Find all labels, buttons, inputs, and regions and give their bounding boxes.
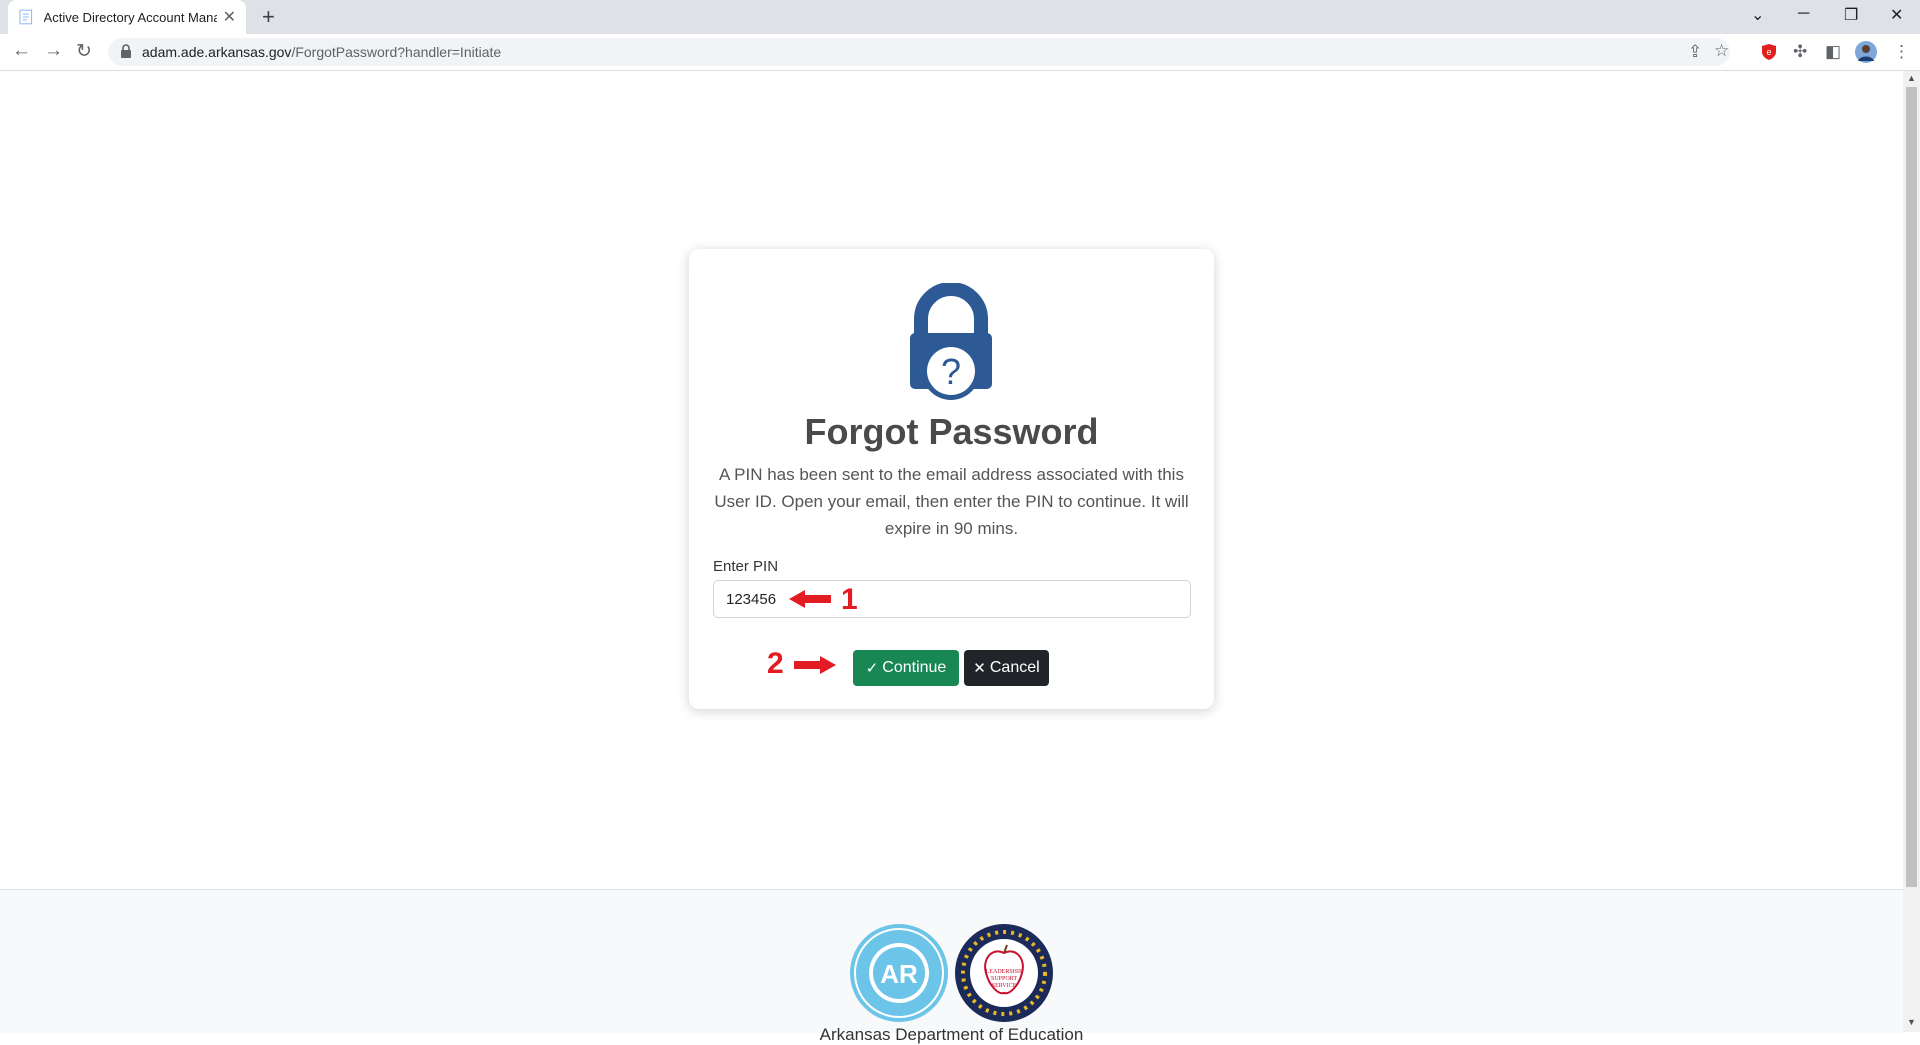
browser-tab[interactable]: Active Directory Account Manag ✕ <box>8 0 246 34</box>
close-window-icon[interactable]: ✕ <box>1890 5 1903 25</box>
browser-toolbar: ← → ↻ adam.ade.arkansas.gov/ForgotPasswo… <box>0 34 1920 71</box>
cancel-button[interactable]: ✕ Cancel <box>964 650 1049 686</box>
lock-question-icon: ? <box>910 283 992 400</box>
pin-label: Enter PIN <box>713 558 779 575</box>
continue-label: Continue <box>882 659 947 676</box>
tab-strip: Active Directory Account Manag ✕ + ⌄ ─ ❐… <box>0 0 1920 34</box>
forgot-password-card: ? Forgot Password A PIN has been sent to… <box>689 249 1214 709</box>
bookmark-star-icon[interactable]: ☆ <box>1714 41 1729 61</box>
svg-text:?: ? <box>941 351 961 392</box>
url-path: /ForgotPassword?handler=Initiate <box>291 44 502 60</box>
url-text: adam.ade.arkansas.gov/ForgotPassword?han… <box>142 44 501 60</box>
pin-instructions: A PIN has been sent to the email address… <box>714 465 1189 538</box>
continue-button[interactable]: ✓ Continue <box>853 650 959 686</box>
page-scrollbar[interactable]: ▲ ▼ <box>1903 71 1920 1032</box>
lock-icon <box>121 44 131 58</box>
share-icon[interactable]: ⇪ <box>1688 42 1702 62</box>
annotation-step-2: 2 <box>767 647 784 680</box>
puzzle-extensions-icon[interactable]: ✣ <box>1793 42 1807 62</box>
side-panel-icon[interactable]: ◧ <box>1825 42 1841 62</box>
svg-text:AR: AR <box>880 959 918 989</box>
tab-search-icon[interactable]: ⌄ <box>1751 5 1764 25</box>
extension-shield-icon[interactable]: e <box>1761 43 1777 61</box>
annotation-arrow-left-icon <box>789 590 831 608</box>
cancel-label: Cancel <box>989 659 1040 676</box>
forward-icon[interactable]: → <box>44 40 63 62</box>
tab-title: Active Directory Account Manag <box>43 9 217 25</box>
tab-close-icon[interactable]: ✕ <box>223 7 236 27</box>
minimize-icon[interactable]: ─ <box>1798 5 1809 23</box>
scroll-thumb[interactable] <box>1906 87 1917 887</box>
annotation-step-1: 1 <box>841 583 858 616</box>
plus-icon[interactable]: + <box>262 4 275 30</box>
scroll-down-icon[interactable]: ▼ <box>1907 1017 1916 1027</box>
x-icon: ✕ <box>973 660 986 677</box>
footer-text: Arkansas Department of Education <box>819 1025 1084 1044</box>
svg-text:SERVICE: SERVICE <box>992 983 1017 989</box>
page-favicon-icon <box>19 9 33 25</box>
scroll-up-icon[interactable]: ▲ <box>1907 73 1916 83</box>
leadership-support-service-logo: LEADERSHIP SUPPORT SERVICE <box>955 924 1053 1022</box>
pin-input[interactable] <box>713 580 1191 618</box>
page-footer: AR LEADERSHIP SUPPORT SERVICE Arkansas D… <box>0 889 1903 1044</box>
address-bar[interactable]: adam.ade.arkansas.gov/ForgotPassword?han… <box>108 38 1730 66</box>
reload-icon[interactable]: ↻ <box>76 40 92 63</box>
svg-text:LEADERSHIP: LEADERSHIP <box>986 969 1023 975</box>
page-title: Forgot Password <box>804 411 1099 452</box>
arkansas-department-of-education-logo: AR <box>850 924 948 1022</box>
back-icon[interactable]: ← <box>12 40 31 62</box>
check-icon: ✓ <box>865 660 879 677</box>
menu-dots-icon[interactable]: ⋮ <box>1893 42 1910 62</box>
svg-text:e: e <box>1766 47 1771 57</box>
avatar[interactable] <box>1855 41 1877 63</box>
annotation-arrow-right-icon <box>794 656 836 674</box>
restore-icon[interactable]: ❐ <box>1844 5 1858 25</box>
url-domain: adam.ade.arkansas.gov <box>142 44 292 60</box>
svg-text:SUPPORT: SUPPORT <box>991 976 1017 982</box>
